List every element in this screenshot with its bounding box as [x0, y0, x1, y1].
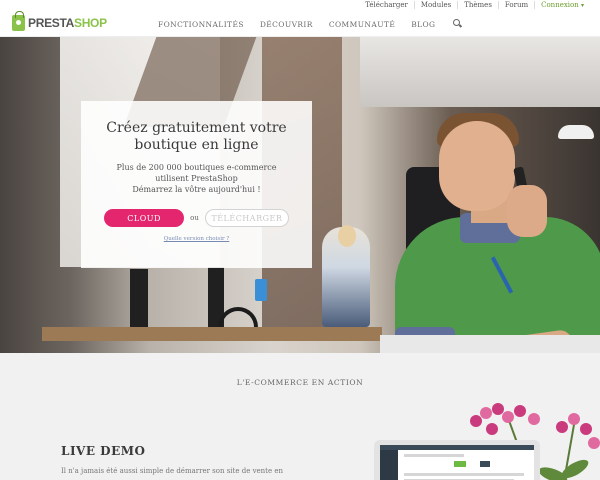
- prestashop-logo[interactable]: PRESTASHOP: [12, 11, 107, 31]
- nav-community[interactable]: COMMUNAUTÉ: [329, 20, 395, 29]
- download-link[interactable]: Télécharger: [359, 1, 414, 9]
- nav-features[interactable]: FONCTIONNALITÉS: [158, 20, 244, 29]
- cloud-button[interactable]: CLOUD: [104, 209, 185, 227]
- hero-card: Créez gratuitement votre boutique en lig…: [81, 101, 312, 268]
- live-demo-text: Il n'a jamais été aussi simple de démarr…: [61, 467, 284, 475]
- top-utility-bar: Télécharger Modules Thèmes Forum Connexi…: [0, 0, 600, 13]
- main-header: PRESTASHOP FONCTIONNALITÉS DÉCOUVRIR COM…: [0, 11, 600, 37]
- desk: [42, 327, 382, 341]
- laptop-demo-screenshot[interactable]: [374, 440, 540, 480]
- monitor: [130, 269, 148, 329]
- hero-subtitle: Plus de 200 000 boutiques e-commerce uti…: [116, 163, 277, 194]
- or-text: ou: [190, 214, 199, 222]
- hero-title: Créez gratuitement votre boutique en lig…: [106, 120, 287, 153]
- themes-link[interactable]: Thèmes: [457, 1, 498, 9]
- section-title: L'E-COMMERCE EN ACTION: [236, 378, 364, 387]
- mug: [255, 279, 267, 301]
- ceiling: [360, 37, 600, 107]
- live-demo-title: LIVE DEMO: [61, 444, 146, 458]
- utility-links: Télécharger Modules Thèmes Forum Connexi…: [359, 1, 590, 9]
- nav-discover[interactable]: DÉCOUVRIR: [260, 20, 313, 29]
- modules-link[interactable]: Modules: [413, 1, 457, 9]
- background-person: [322, 225, 370, 327]
- which-version-link[interactable]: Quelle version choisir ?: [81, 236, 312, 242]
- desk-paper: [380, 335, 600, 353]
- download-button[interactable]: TÉLÉCHARGER: [204, 209, 289, 227]
- connect-dropdown[interactable]: Connexion ▾: [534, 1, 590, 9]
- search-icon[interactable]: [453, 19, 462, 28]
- man-on-phone: [395, 107, 600, 353]
- logo-part2: SHOP: [73, 16, 107, 30]
- chevron-down-icon: ▾: [580, 2, 584, 9]
- ecommerce-section: L'E-COMMERCE EN ACTION LIVE DEMO Il n'a …: [0, 353, 600, 480]
- main-nav: FONCTIONNALITÉS DÉCOUVRIR COMMUNAUTÉ BLO…: [158, 19, 462, 29]
- logo-part1: PRESTA: [28, 16, 74, 30]
- hero-buttons: CLOUD ou TÉLÉCHARGER: [81, 209, 312, 227]
- nav-blog[interactable]: BLOG: [411, 20, 435, 29]
- forum-link[interactable]: Forum: [497, 1, 534, 9]
- shopping-bag-icon: [12, 11, 25, 31]
